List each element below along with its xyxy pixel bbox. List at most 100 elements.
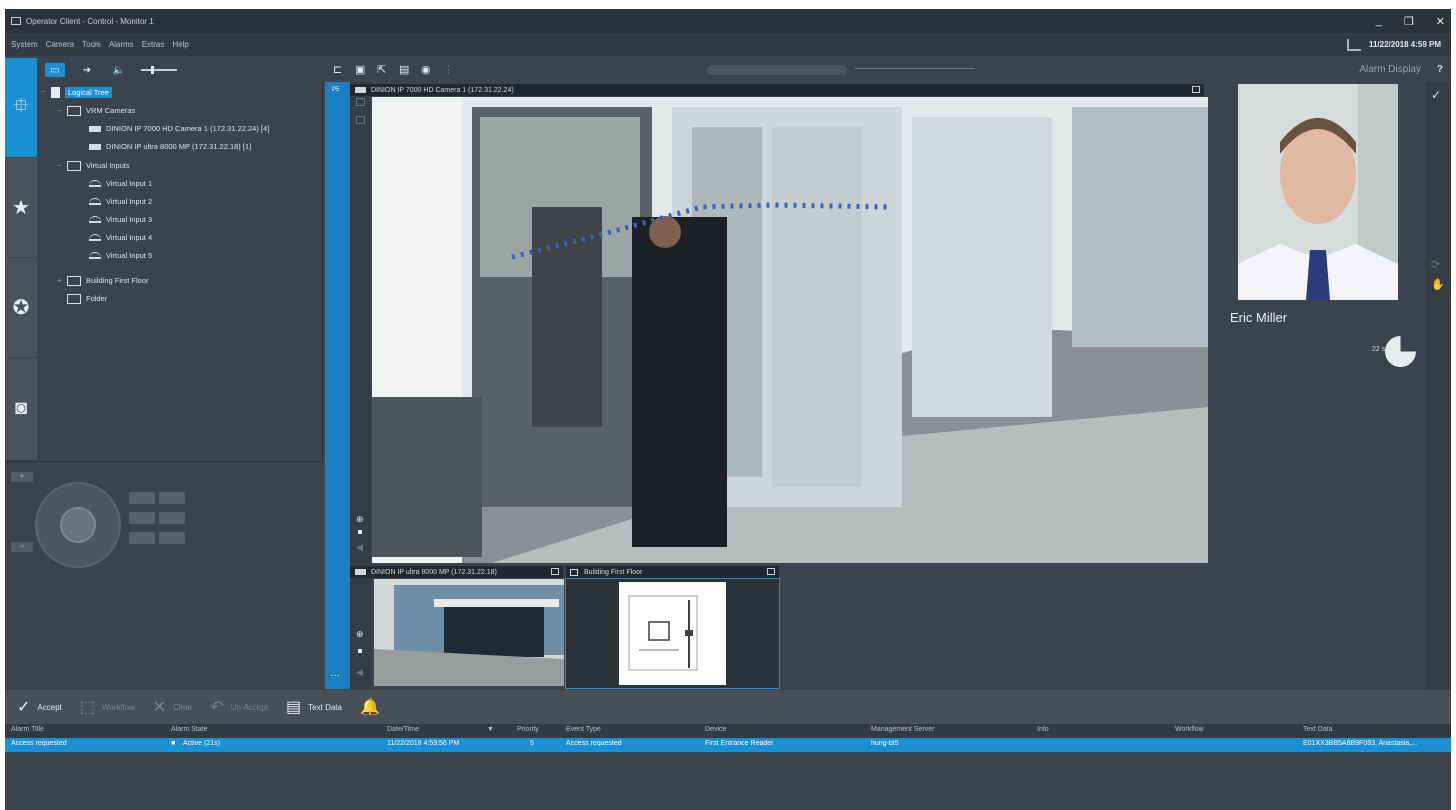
maximize-pane-icon[interactable]: [551, 568, 559, 575]
text-data-button[interactable]: ▤ Text Data: [286, 697, 342, 717]
column-text-data[interactable]: Text Data: [1303, 726, 1333, 733]
audio-icon[interactable]: ◀: [356, 542, 363, 553]
table-row[interactable]: Access requested ■ Active (21s) 11/22/20…: [5, 738, 1451, 752]
tree-camera-item[interactable]: DINION IP ultra 8000 MP (172.31.22.18) […: [89, 139, 251, 154]
maximize-pane-icon[interactable]: [1192, 86, 1200, 93]
tree-virtual-input[interactable]: Virtual Input 3: [89, 212, 152, 227]
column-alarm-state[interactable]: Alarm State: [171, 726, 208, 733]
logical-tree-tab[interactable]: ⯐: [5, 58, 37, 158]
lock-icon[interactable]: ⊕: [356, 629, 364, 640]
map-pane-title: Building First Floor: [584, 568, 643, 576]
record-icon[interactable]: [356, 98, 365, 106]
column-management-server[interactable]: Management Server: [871, 726, 934, 733]
layout-icon[interactable]: ⊏: [333, 64, 345, 76]
ptz-center-button[interactable]: [60, 507, 96, 543]
close-button[interactable]: ✕: [1436, 15, 1445, 28]
time-offset-icon[interactable]: [1346, 38, 1361, 51]
save-icon[interactable]: ▣: [355, 64, 367, 76]
tree-virtual-input[interactable]: Virtual Input 5: [89, 248, 152, 263]
expand-icon[interactable]: +: [57, 276, 62, 285]
favorites-tab[interactable]: ★: [5, 158, 37, 258]
playback-icon[interactable]: [356, 116, 365, 124]
menu-help[interactable]: Help: [172, 40, 188, 49]
live-video-entrance[interactable]: [372, 97, 1208, 563]
collapse-icon[interactable]: −: [41, 87, 46, 96]
tree-folder-label: Folder: [86, 294, 108, 303]
menu-tools[interactable]: Tools: [82, 40, 101, 49]
tree-camera-item[interactable]: DINION IP 7000 HD Camera 1 (172.31.22.24…: [89, 121, 269, 136]
playback-speed-slider[interactable]: [855, 68, 975, 69]
clock-display: 11/22/2018 4:59 PM: [1368, 40, 1441, 49]
column-device[interactable]: Device: [705, 726, 726, 733]
zoom-in-button[interactable]: +: [11, 472, 33, 482]
column-event-type[interactable]: Event Type: [566, 726, 601, 733]
export-icon[interactable]: ⇱: [377, 64, 389, 76]
help-button[interactable]: ?: [1437, 64, 1443, 75]
cell-alarm-state: Active (21s): [183, 740, 220, 747]
floor-plan-map[interactable]: [619, 582, 726, 685]
restore-button[interactable]: ❐: [1404, 15, 1414, 28]
ptz-function-button[interactable]: [159, 492, 185, 504]
tree-vrm-group[interactable]: VRM Cameras: [67, 103, 135, 118]
audio-icon[interactable]: ◀: [356, 667, 363, 678]
column-workflow[interactable]: Workflow: [1175, 726, 1204, 733]
virtual-input-icon: [89, 252, 101, 259]
maximize-pane-icon[interactable]: [767, 568, 775, 575]
more-options-icon[interactable]: ···: [330, 670, 340, 681]
menu-camera[interactable]: Camera: [46, 40, 74, 49]
folder-icon: [67, 293, 81, 304]
monitors-tab[interactable]: ◙: [5, 358, 37, 458]
tree-folder[interactable]: Folder: [67, 291, 107, 306]
collapse-icon[interactable]: −: [57, 161, 62, 170]
snapshot-camera-icon[interactable]: ◉: [421, 64, 433, 76]
hand-icon[interactable]: ✋: [1431, 278, 1445, 291]
ptz-function-button[interactable]: [129, 532, 155, 544]
volume-slider[interactable]: [141, 66, 177, 74]
forward-icon[interactable]: ➜: [77, 63, 97, 77]
large-pane-title: DINION IP 7000 HD Camera 1 (172.31.22.24…: [371, 86, 514, 94]
check-icon[interactable]: ✓: [1431, 88, 1441, 102]
minimize-button[interactable]: _: [1376, 15, 1382, 27]
playback-controls[interactable]: [707, 65, 847, 75]
map-icon: [570, 568, 578, 576]
tree-virtual-input[interactable]: Virtual Input 4: [89, 230, 152, 245]
alarm-bell-button[interactable]: 🔔: [360, 697, 387, 717]
menu-alarms[interactable]: Alarms: [109, 40, 134, 49]
refresh-icon[interactable]: ⟳: [1431, 258, 1440, 271]
menu-system[interactable]: System: [11, 40, 38, 49]
camera-view-button[interactable]: ▭: [45, 63, 65, 77]
column-date-time[interactable]: Date/Time: [387, 726, 419, 733]
ptz-direction-pad[interactable]: [35, 482, 121, 568]
virtual-input-icon: [89, 180, 101, 187]
ptz-function-button[interactable]: [129, 492, 155, 504]
tree-virtual-input[interactable]: Virtual Input 1: [89, 176, 152, 191]
ptz-function-button[interactable]: [159, 532, 185, 544]
tree-virtual-group[interactable]: Virtual Inputs: [67, 158, 130, 173]
stop-icon[interactable]: [358, 530, 362, 534]
clear-button[interactable]: ✕ Clear: [153, 697, 193, 717]
accept-button[interactable]: ✓ Accept: [17, 697, 62, 717]
column-alarm-title[interactable]: Alarm Title: [11, 726, 44, 733]
column-priority[interactable]: Priority: [517, 726, 539, 733]
menu-extras[interactable]: Extras: [142, 40, 165, 49]
tree-map-node[interactable]: Building First Floor: [67, 273, 149, 288]
column-info[interactable]: Info: [1037, 726, 1049, 733]
unaccept-button[interactable]: ↶ Un-Accept: [210, 697, 268, 717]
workflow-button[interactable]: ⬚ Workflow: [80, 697, 135, 717]
stop-icon[interactable]: [358, 649, 362, 653]
alarm-display-panel: Eric Miller 22 s: [1209, 82, 1425, 689]
speaker-icon[interactable]: 🔈: [109, 63, 129, 77]
live-video-building[interactable]: [374, 579, 564, 686]
lock-icon[interactable]: ⊕: [356, 514, 364, 525]
app-icon: [11, 17, 21, 25]
print-icon[interactable]: ▤: [399, 64, 411, 76]
ptz-function-button[interactable]: [129, 512, 155, 524]
zoom-out-button[interactable]: −: [11, 542, 33, 552]
clear-label: Clear: [173, 702, 193, 712]
ptz-function-button[interactable]: [159, 512, 185, 524]
ptz-tab[interactable]: ✪: [5, 258, 37, 358]
tree-virtual-input[interactable]: Virtual Input 2: [89, 194, 152, 209]
collapse-icon[interactable]: −: [57, 106, 62, 115]
tree-root[interactable]: Logical Tree: [51, 85, 112, 100]
sort-descending-icon[interactable]: ▼: [487, 726, 494, 733]
